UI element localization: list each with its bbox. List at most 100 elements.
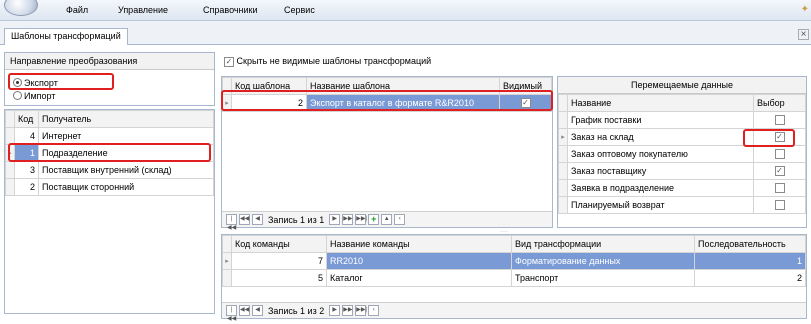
first-record-icon[interactable]: |◀◀: [226, 305, 237, 322]
indicator-header: [5, 110, 15, 128]
radio-import[interactable]: Импорт: [13, 91, 55, 101]
highlight-template-row: [221, 90, 553, 111]
table-row[interactable]: 3 Поставщик внутренний (склад): [5, 161, 214, 179]
table-row-selected[interactable]: ▸ 7 RR2010 Форматирование данных 1: [222, 252, 806, 270]
data-choice[interactable]: [753, 179, 806, 197]
prev-record-icon[interactable]: ◀: [252, 305, 263, 316]
table-row[interactable]: График поставки: [558, 111, 806, 129]
row-indicator: [558, 196, 568, 214]
col-data-name[interactable]: Название: [567, 94, 754, 112]
row-indicator: [5, 178, 15, 196]
checkbox-icon[interactable]: [774, 149, 785, 160]
col-recipient[interactable]: Получатель: [38, 110, 214, 128]
col-choice[interactable]: Выбор: [753, 94, 806, 112]
last-record-icon[interactable]: ▶▶|: [355, 214, 367, 225]
menu-references[interactable]: Справочники: [203, 5, 258, 15]
recipient-code: 2: [14, 178, 39, 196]
table-row[interactable]: Заявка в подразделение: [558, 179, 806, 197]
command-code: 7: [231, 252, 327, 270]
menu-management[interactable]: Управление: [118, 5, 168, 15]
checkbox-icon[interactable]: [774, 115, 785, 126]
first-record-icon[interactable]: |◀◀: [226, 214, 237, 231]
recipients-grid: Код Получатель 4 Интернет ▸ 1 Подразделе…: [4, 109, 215, 314]
menu-bar: Файл Управление Справочники Сервис ✦: [0, 0, 811, 21]
table-row[interactable]: Заказ оптовому покупателю: [558, 145, 806, 163]
data-name: Заказ на склад: [567, 128, 754, 146]
back-icon[interactable]: ‹: [368, 305, 380, 316]
data-choice[interactable]: [753, 111, 806, 129]
highlight-export: [8, 73, 114, 90]
data-name: Планируемый возврат: [567, 196, 754, 214]
table-row[interactable]: Планируемый возврат: [558, 196, 806, 214]
row-indicator: [558, 145, 568, 163]
prev-page-icon[interactable]: ◀◀: [239, 305, 250, 316]
app-logo-icon: [4, 0, 38, 16]
checkbox-icon[interactable]: [774, 183, 785, 194]
next-record-icon[interactable]: ▶: [329, 214, 341, 225]
record-counter: Запись 1 из 2: [268, 305, 325, 316]
indicator-header: [222, 235, 232, 253]
col-sequence[interactable]: Последовательность: [694, 235, 806, 253]
commands-grid: Код команды Название команды Вид трансфо…: [221, 234, 807, 322]
row-indicator: [5, 161, 15, 179]
row-indicator: [222, 269, 232, 287]
last-record-icon[interactable]: ▶▶|: [355, 305, 367, 316]
row-indicator: [5, 127, 15, 145]
command-seq: 1: [694, 252, 806, 270]
hide-invisible-checkbox[interactable]: ✓ Скрыть не видимые шаблоны трансформаци…: [224, 56, 431, 67]
command-name: Каталог: [326, 269, 512, 287]
col-command-name[interactable]: Название команды: [326, 235, 512, 253]
row-indicator: [558, 111, 568, 129]
commands-navigator: |◀◀ ◀◀ ◀ Запись 1 из 2 ▶ ▶▶ ▶▶| ‹: [222, 302, 806, 322]
checkbox-icon[interactable]: ✓: [224, 56, 234, 67]
col-command-code[interactable]: Код команды: [231, 235, 327, 253]
recipient-name: Поставщик внутренний (склад): [38, 161, 214, 179]
corner-icon[interactable]: ✦: [801, 4, 809, 15]
add-record-icon[interactable]: +: [368, 214, 380, 225]
next-page-icon[interactable]: ▶▶: [342, 214, 354, 225]
radio-import-icon[interactable]: [13, 91, 22, 100]
data-choice[interactable]: [753, 145, 806, 163]
checkbox-checked-icon[interactable]: ✓: [774, 166, 785, 177]
direction-header: Направление преобразования: [5, 53, 214, 70]
data-name: Заказ оптовому покупателю: [567, 145, 754, 163]
next-page-icon[interactable]: ▶▶: [342, 305, 354, 316]
hide-invisible-label: Скрыть не видимые шаблоны трансформаций: [236, 56, 432, 66]
command-code: 5: [231, 269, 327, 287]
recipient-code: 3: [14, 161, 39, 179]
data-name: Заявка в подразделение: [567, 179, 754, 197]
table-row[interactable]: 4 Интернет: [5, 127, 214, 145]
row-indicator: [558, 162, 568, 180]
menu-file[interactable]: Файл: [66, 5, 88, 15]
moved-data-grid: Перемещаемые данные Название Выбор Графи…: [557, 76, 807, 228]
command-type: Транспорт: [511, 269, 695, 287]
data-choice[interactable]: [753, 196, 806, 214]
col-transformation-type[interactable]: Вид трансформации: [511, 235, 695, 253]
col-code[interactable]: Код: [14, 110, 39, 128]
table-row[interactable]: 5 Каталог Транспорт 2: [222, 269, 806, 287]
highlight-choice: [743, 129, 795, 147]
command-type: Форматирование данных: [511, 252, 695, 270]
data-choice[interactable]: ✓: [753, 162, 806, 180]
data-name: График поставки: [567, 111, 754, 129]
table-row[interactable]: 2 Поставщик сторонний: [5, 178, 214, 196]
command-name: RR2010: [326, 252, 512, 270]
moved-data-header: Перемещаемые данные: [558, 77, 806, 94]
checkbox-icon[interactable]: [774, 200, 785, 211]
highlight-subdivision: [8, 143, 211, 162]
row-pointer-icon: ▸: [558, 128, 568, 146]
menu-service[interactable]: Сервис: [284, 5, 315, 15]
back-icon[interactable]: ‹: [394, 214, 406, 225]
row-indicator: [558, 179, 568, 197]
row-pointer-icon: ▸: [222, 252, 232, 270]
close-icon[interactable]: ×: [798, 29, 809, 40]
radio-import-label: Импорт: [24, 91, 56, 101]
prev-page-icon[interactable]: ◀◀: [239, 214, 250, 225]
data-name: Заказ поставщику: [567, 162, 754, 180]
tab-transformation-templates[interactable]: Шаблоны трансформаций: [4, 28, 128, 45]
up-icon[interactable]: ▲: [381, 214, 393, 225]
prev-record-icon[interactable]: ◀: [252, 214, 263, 225]
next-record-icon[interactable]: ▶: [329, 305, 341, 316]
templates-navigator: |◀◀ ◀◀ ◀ Запись 1 из 1 ▶ ▶▶ ▶▶| + ▲ ‹: [222, 211, 552, 231]
table-row[interactable]: Заказ поставщику ✓: [558, 162, 806, 180]
